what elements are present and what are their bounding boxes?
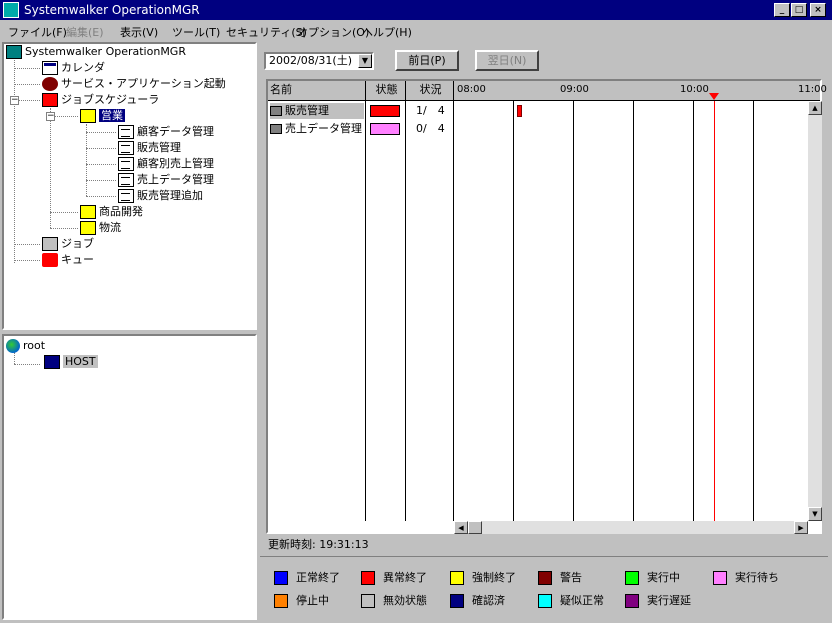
tree-item-group-logistics[interactable]: 物流 — [80, 220, 121, 236]
host-tree-root[interactable]: root — [6, 338, 45, 354]
column-header-name[interactable]: 名前 — [268, 81, 366, 101]
menu-security[interactable]: セキュリティ(S) — [226, 24, 307, 40]
scroll-up-button[interactable]: ▲ — [808, 101, 822, 115]
document-icon — [118, 141, 134, 155]
update-time-text: 更新時刻: 19:31:13 — [268, 538, 369, 551]
minimize-button[interactable]: _ — [774, 3, 790, 17]
column-header-status[interactable]: 状況 — [406, 81, 454, 101]
table-row[interactable]: 販売管理 — [270, 103, 364, 119]
host-tree-pane[interactable]: root HOST — [2, 334, 257, 620]
menu-options[interactable]: オプション(O) — [297, 24, 369, 40]
tree-item-scheduler[interactable]: ジョブスケジューラ — [42, 92, 159, 108]
tree-item-group-sales[interactable]: 営業 — [80, 108, 125, 124]
tree-item-job[interactable]: ジョブ — [42, 236, 94, 252]
legend-item: 疑似正常 — [538, 593, 604, 609]
tree-item-net-sales-add[interactable]: 販売管理追加 — [118, 188, 203, 204]
legend-item: 正常終了 — [274, 570, 340, 586]
legend-item: 異常終了 — [361, 570, 427, 586]
legend-item: 無効状態 — [361, 593, 427, 609]
date-select[interactable]: 2002/08/31(土) ▼ — [264, 52, 374, 70]
current-time-marker-icon — [709, 93, 719, 100]
tree-item-net-sales-mgmt[interactable]: 販売管理 — [118, 140, 181, 156]
gear-icon — [42, 77, 58, 91]
collapse-group-toggle[interactable]: − — [46, 112, 55, 121]
tree-item-net-sales-data[interactable]: 売上データ管理 — [118, 172, 214, 188]
prev-day-button[interactable]: 前日(P) — [395, 50, 459, 71]
folder-icon — [80, 109, 96, 123]
scheduler-icon — [42, 93, 58, 107]
horizontal-scrollbar[interactable] — [454, 521, 808, 534]
scroll-left-button[interactable]: ◀ — [454, 521, 468, 534]
tree-item-service[interactable]: サービス・アプリケーション起動 — [42, 76, 226, 92]
host-tree-item-host[interactable]: HOST — [44, 354, 98, 370]
state-swatch — [370, 123, 400, 135]
title-bar[interactable]: Systemwalker OperationMGR _ □ × — [0, 0, 832, 20]
legend-item: 警告 — [538, 570, 582, 586]
folder-icon — [80, 205, 96, 219]
time-tick: 10:00 — [680, 84, 709, 95]
horizontal-scroll-thumb[interactable] — [468, 521, 482, 534]
job-icon — [42, 237, 58, 251]
schedule-grid[interactable]: 名前 状態 状況 08:00 09:00 10:00 11:00 販売管理 1/… — [266, 79, 827, 534]
maximize-button[interactable]: □ — [791, 3, 807, 17]
time-tick: 11:00 — [798, 84, 827, 95]
tree-item-net-customer-sales[interactable]: 顧客別売上管理 — [118, 156, 214, 172]
legend-item: 強制終了 — [450, 570, 516, 586]
legend-item: 停止中 — [274, 593, 329, 609]
legend-item: 実行中 — [625, 570, 680, 586]
tree-item-queue[interactable]: キュー — [42, 252, 94, 268]
chevron-down-icon[interactable]: ▼ — [358, 54, 372, 68]
menu-file[interactable]: ファイル(F) — [8, 24, 67, 40]
menu-tools[interactable]: ツール(T) — [172, 24, 220, 40]
scroll-right-button[interactable]: ▶ — [794, 521, 808, 534]
tree-root-item[interactable]: Systemwalker OperationMGR — [6, 44, 186, 60]
execution-bar[interactable] — [517, 105, 522, 117]
menu-edit[interactable]: 編集(E) — [66, 24, 104, 40]
net-icon — [270, 106, 282, 116]
vertical-scrollbar[interactable] — [808, 101, 822, 521]
state-swatch — [370, 105, 400, 117]
tree-item-net-customer-data[interactable]: 顧客データ管理 — [118, 124, 214, 140]
legend-panel: 正常終了 異常終了 強制終了 警告 実行中 実行待ち 停止中 無効状態 確認済 … — [260, 556, 828, 620]
computer-icon — [44, 355, 60, 369]
current-time-line — [714, 101, 715, 521]
legend-item: 実行待ち — [713, 570, 779, 586]
menu-view[interactable]: 表示(V) — [120, 24, 158, 40]
document-icon — [118, 157, 134, 171]
job-tree-pane[interactable]: − − Systemwalker OperationMGR カレンダ サービス・… — [2, 42, 257, 330]
document-icon — [118, 189, 134, 203]
status-cell: 1/ 4 — [416, 104, 445, 117]
close-button[interactable]: × — [810, 3, 826, 17]
calendar-icon — [42, 61, 58, 75]
system-icon — [6, 45, 22, 59]
net-icon — [270, 124, 282, 134]
collapse-scheduler-toggle[interactable]: − — [10, 96, 19, 105]
time-tick: 08:00 — [457, 84, 486, 95]
menu-help[interactable]: ヘルプ(H) — [362, 24, 412, 40]
tree-item-group-product[interactable]: 商品開発 — [80, 204, 143, 220]
document-icon — [118, 125, 134, 139]
window-title: Systemwalker OperationMGR — [24, 3, 200, 17]
app-icon — [3, 2, 19, 18]
globe-icon — [6, 339, 20, 353]
tree-item-calendar[interactable]: カレンダ — [42, 60, 105, 76]
time-tick: 09:00 — [560, 84, 589, 95]
legend-item: 実行遅延 — [625, 593, 691, 609]
document-icon — [118, 173, 134, 187]
menu-bar: ファイル(F) 編集(E) 表示(V) ツール(T) セキュリティ(S) オプシ… — [0, 20, 832, 41]
folder-icon — [80, 221, 96, 235]
status-cell: 0/ 4 — [416, 122, 445, 135]
next-day-button[interactable]: 翌日(N) — [475, 50, 539, 71]
table-row[interactable]: 売上データ管理 — [270, 121, 364, 137]
scroll-down-button[interactable]: ▼ — [808, 507, 822, 521]
queue-icon — [42, 253, 58, 267]
column-header-state[interactable]: 状態 — [366, 81, 406, 101]
legend-item: 確認済 — [450, 593, 505, 609]
